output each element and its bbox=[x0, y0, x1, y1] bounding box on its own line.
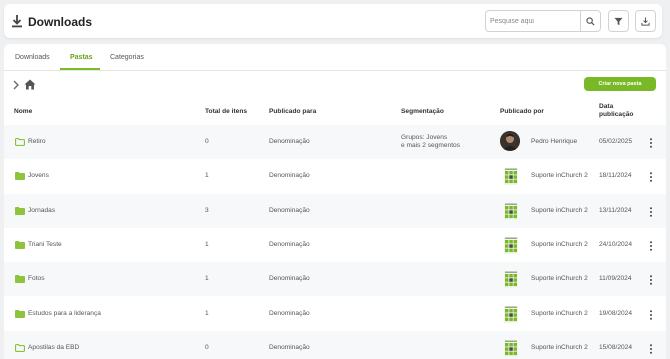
inchurch-logo-icon bbox=[504, 305, 518, 323]
more-options-icon[interactable] bbox=[649, 172, 653, 182]
total-items: 0 bbox=[205, 138, 209, 145]
page-header: Downloads bbox=[4, 4, 662, 38]
inchurch-logo-icon bbox=[504, 202, 518, 220]
active-tab-indicator bbox=[60, 68, 100, 70]
more-options-icon[interactable] bbox=[649, 344, 653, 354]
published-for: Denominação bbox=[269, 275, 310, 283]
tab-downloads[interactable]: Downloads bbox=[15, 54, 50, 61]
download-icon bbox=[12, 15, 22, 28]
folder-icon bbox=[15, 275, 25, 284]
column-header-date-line2: publicação bbox=[599, 111, 634, 118]
more-options-icon[interactable] bbox=[649, 275, 653, 285]
table-row[interactable]: Jovens 1 Denominação Suporte inChurch 2 18/1… bbox=[4, 159, 666, 193]
more-options-icon[interactable] bbox=[649, 309, 653, 320]
chevron-right-icon[interactable] bbox=[12, 80, 20, 90]
filter-button[interactable] bbox=[608, 10, 629, 32]
published-by: Suporte inChurch 2 bbox=[531, 275, 588, 283]
export-download-icon bbox=[641, 16, 650, 26]
table-row[interactable]: Retiro 0 Denominação Grupos: Jovens e mais 2… bbox=[4, 125, 666, 159]
column-header-date[interactable]: Data publicação bbox=[599, 103, 633, 119]
folder-icon bbox=[15, 206, 25, 215]
publish-date: 13/11/2024 bbox=[599, 206, 632, 214]
home-icon[interactable] bbox=[24, 79, 36, 90]
publish-date: 24/10/2024 bbox=[599, 240, 633, 248]
search-icon bbox=[586, 16, 595, 26]
total-items: 1 bbox=[205, 275, 209, 283]
create-folder-button[interactable]: Criar nova pasta bbox=[584, 77, 656, 91]
inchurch-logo-icon bbox=[504, 168, 518, 186]
more-options-icon[interactable] bbox=[649, 241, 653, 251]
publish-date: 15/08/2024 bbox=[599, 343, 633, 351]
folder-name[interactable]: Jovens bbox=[28, 172, 49, 179]
total-items: 1 bbox=[205, 309, 209, 317]
more-options-icon[interactable] bbox=[649, 138, 653, 148]
tab-pastas[interactable]: Pastas bbox=[70, 54, 93, 61]
publish-date: 18/11/2024 bbox=[599, 172, 632, 180]
column-header-date-line1: Data bbox=[599, 103, 614, 110]
total-items: 1 bbox=[205, 240, 209, 248]
total-items: 0 bbox=[205, 343, 209, 351]
published-for: Denominação bbox=[269, 240, 310, 248]
total-items: 3 bbox=[205, 206, 209, 214]
published-by: Pedro Henrique bbox=[531, 138, 578, 145]
folder-outline-icon bbox=[15, 343, 25, 352]
published-for: Denominação bbox=[269, 138, 310, 145]
folder-icon bbox=[15, 240, 25, 249]
published-by: Suporte inChurch 2 bbox=[531, 172, 588, 180]
segmentation-cell: Grupos: Jovens e mais 2 segmentos bbox=[401, 134, 460, 149]
inchurch-logo-icon bbox=[504, 339, 518, 357]
published-by: Suporte inChurch 2 bbox=[531, 343, 588, 351]
table-row[interactable]: Apostilas da EBD 0 Denominação Suporte inCh… bbox=[4, 330, 666, 359]
published-by: Suporte inChurch 2 bbox=[531, 240, 588, 248]
segmentation-line1: Grupos: Jovens bbox=[401, 134, 448, 141]
published-for: Denominação bbox=[269, 343, 310, 351]
folder-name[interactable]: Apostilas da EBD bbox=[28, 344, 79, 351]
column-header-segmentation: Segmentação bbox=[401, 108, 444, 115]
avatar bbox=[500, 131, 520, 151]
inchurch-logo-icon bbox=[504, 271, 518, 289]
folder-name[interactable]: Fotos bbox=[28, 275, 45, 282]
column-header-published-by: Publicado por bbox=[500, 108, 544, 115]
tab-bar: Downloads Pastas Categorias bbox=[4, 44, 666, 71]
folder-name[interactable]: Estudos para a liderança bbox=[28, 310, 101, 317]
publish-date: 11/09/2024 bbox=[599, 275, 632, 283]
folder-name[interactable]: Retiro bbox=[28, 138, 46, 145]
publish-date: 19/08/2024 bbox=[599, 309, 633, 317]
published-for: Denominação bbox=[269, 309, 310, 317]
more-options-icon[interactable] bbox=[649, 206, 653, 217]
search-input[interactable] bbox=[490, 14, 578, 28]
total-items: 1 bbox=[205, 172, 209, 180]
content-card: Downloads Pastas Categorias Criar nova p… bbox=[4, 44, 666, 359]
folder-icon bbox=[15, 172, 25, 181]
folder-name[interactable]: Triani Teste bbox=[28, 241, 62, 248]
export-button[interactable] bbox=[635, 10, 656, 32]
search-box bbox=[485, 10, 601, 32]
segmentation-line2: e mais 2 segmentos bbox=[401, 141, 461, 149]
filter-icon bbox=[614, 17, 623, 25]
folder-name[interactable]: Jornadas bbox=[28, 207, 55, 214]
table-row[interactable]: Estudos para a liderança 1 Denominação Supo… bbox=[4, 297, 666, 331]
published-for: Denominação bbox=[269, 172, 310, 180]
table-row[interactable]: Jornadas 3 Denominação Suporte inChurch 2 13… bbox=[4, 193, 666, 228]
published-by: Suporte inChurch 2 bbox=[531, 309, 588, 317]
column-header-name[interactable]: Nome bbox=[14, 108, 32, 116]
tab-categorias[interactable]: Categorias bbox=[110, 54, 144, 61]
table-row[interactable]: Fotos 1 Denominação Suporte inChurch 2 11/09… bbox=[4, 262, 666, 297]
page-title: Downloads bbox=[28, 15, 93, 29]
search-button[interactable] bbox=[580, 11, 600, 31]
folder-outline-icon bbox=[15, 138, 25, 146]
column-header-published-for: Publicado para bbox=[269, 108, 317, 115]
published-for: Denominação bbox=[269, 206, 310, 214]
column-header-total: Total de itens bbox=[205, 108, 248, 115]
folder-icon bbox=[15, 309, 25, 318]
published-by: Suporte inChurch 2 bbox=[531, 206, 588, 214]
table-row[interactable]: Triani Teste 1 Denominação Suporte inChurch… bbox=[4, 228, 666, 262]
inchurch-logo-icon bbox=[504, 236, 518, 254]
publish-date: 05/02/2025 bbox=[599, 138, 633, 145]
